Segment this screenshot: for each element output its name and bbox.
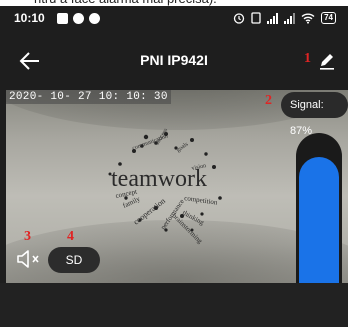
svg-text:goals: goals <box>176 141 190 154</box>
alarm-icon <box>233 13 245 24</box>
status-bar: 10:10 74 <box>0 6 348 32</box>
speaker-mute-icon[interactable] <box>14 246 44 272</box>
annotation-3: 3 <box>24 229 31 244</box>
bottom-panel <box>0 283 348 327</box>
sim-icon <box>251 12 261 24</box>
notification-icons <box>57 13 100 24</box>
notification-s-icon <box>73 13 84 24</box>
page-title: PNI IP942I <box>140 52 208 68</box>
signal-strength-badge: Signal: 87% <box>281 92 348 137</box>
wifi-icon <box>301 13 315 24</box>
annotation-1: 1 <box>304 51 311 66</box>
annotation-4: 4 <box>67 229 74 244</box>
battery-indicator: 74 <box>321 12 336 24</box>
system-icons: 74 <box>233 12 336 24</box>
svg-text:competition: competition <box>184 194 219 207</box>
edit-pencil-icon[interactable] <box>318 52 336 70</box>
cell-signal-2-icon <box>284 12 296 24</box>
app-header: PNI IP942I 1 <box>0 32 348 90</box>
status-time: 10:10 <box>14 11 45 25</box>
video-quality-button[interactable]: SD <box>48 247 100 273</box>
video-timestamp: 2020- 10- 27 10: 10: 30 <box>6 90 171 104</box>
notification-app-icon <box>89 13 100 24</box>
svg-text:teamwork: teamwork <box>111 166 207 192</box>
cell-signal-icon <box>267 12 279 24</box>
annotation-2: 2 <box>265 93 272 108</box>
mail-icon <box>57 13 68 24</box>
